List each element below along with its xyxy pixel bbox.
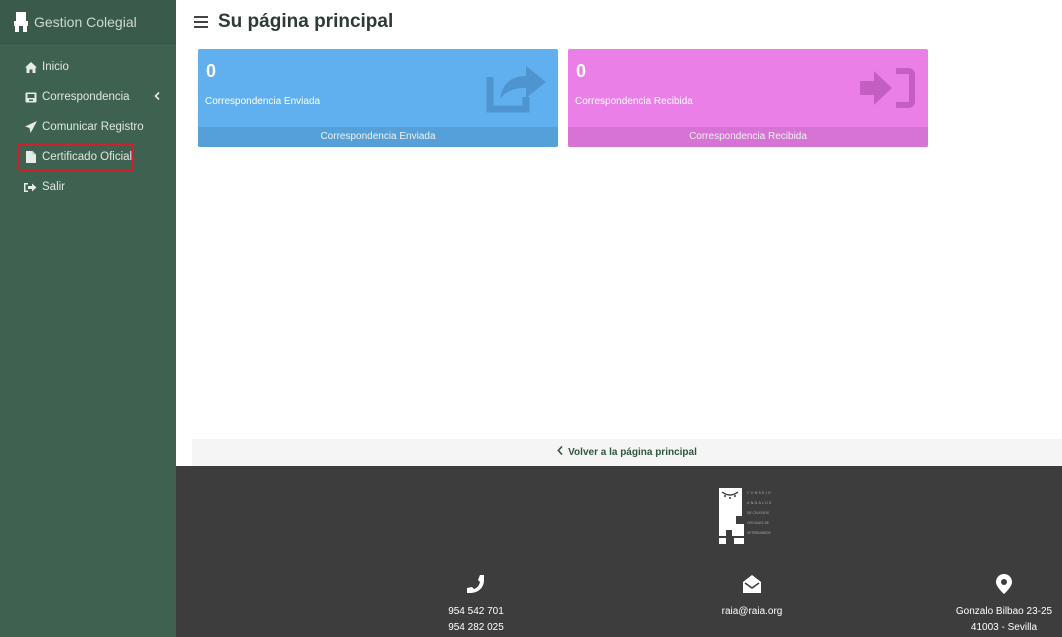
sidebar: Gestion Colegial Inicio Correspondencia	[0, 0, 176, 637]
back-link-label: Volver a la página principal	[568, 447, 697, 459]
card-footer-link[interactable]: Correspondencia Enviada	[198, 127, 558, 147]
site-footer: CONSEJO ANDALUZ DE COLEGIOS OFICIALES DE…	[176, 466, 1062, 637]
logo-text-line: CONSEJO	[747, 491, 772, 495]
email-link[interactable]: raia@raia.org	[682, 604, 822, 620]
paper-plane-icon	[24, 121, 37, 134]
logo-text-line: ANDALUZ	[747, 501, 773, 505]
council-logo: CONSEJO ANDALUZ DE COLEGIOS OFICIALES DE…	[716, 484, 786, 546]
chevron-left-icon	[557, 439, 563, 466]
sidebar-brand[interactable]: Gestion Colegial	[0, 0, 176, 44]
address-line: Gonzalo Bilbao 23-25	[955, 606, 1053, 617]
sidebar-item-label: Certificado Oficial	[42, 151, 133, 163]
logo-text-line: OFICIALES DE	[747, 521, 769, 525]
top-bar: Su página principal	[176, 0, 1062, 44]
sidebar-nav: Inicio Correspondencia Comunicar Registr…	[0, 52, 176, 202]
sidebar-item-label: Inicio	[42, 61, 69, 73]
share-square-icon	[486, 63, 548, 113]
card-count: 0	[206, 61, 217, 81]
card-count: 0	[576, 61, 587, 81]
card-correspondencia-recibida[interactable]: 0 Correspondencia Recibida Correspondenc…	[568, 49, 928, 147]
sidebar-item-salir[interactable]: Salir	[0, 172, 176, 202]
main-content: 0 Correspondencia Enviada Correspondenci…	[176, 44, 1062, 439]
hamburger-menu-icon[interactable]	[194, 16, 208, 28]
inbox-icon	[24, 91, 37, 104]
phone-number[interactable]: 954 282 025	[436, 620, 516, 636]
sign-in-icon	[856, 63, 918, 113]
page-title: Su página principal	[218, 11, 394, 32]
sidebar-item-label: Salir	[42, 181, 66, 193]
sidebar-item-certificado-oficial[interactable]: Certificado Oficial	[18, 143, 134, 171]
back-to-home-link[interactable]: Volver a la página principal	[192, 439, 1062, 466]
card-label: Correspondencia Enviada	[205, 96, 321, 107]
sidebar-item-correspondencia[interactable]: Correspondencia	[0, 82, 176, 112]
logo-text-line: VETERINARIOS	[747, 531, 771, 535]
home-icon	[24, 61, 37, 74]
card-correspondencia-enviada[interactable]: 0 Correspondencia Enviada Correspondenci…	[198, 49, 558, 147]
app-root: Gestion Colegial Inicio Correspondencia	[0, 0, 1062, 637]
card-label: Correspondencia Recibida	[575, 96, 693, 107]
footer-address: Gonzalo Bilbao 23-25 41003 - Sevilla	[946, 574, 1062, 636]
chevron-left-icon[interactable]	[154, 91, 160, 103]
phone-icon	[436, 574, 516, 600]
phone-number[interactable]: 954 542 701	[436, 604, 516, 620]
file-icon	[24, 151, 37, 164]
logo-text-line: DE COLEGIOS	[747, 511, 769, 515]
map-marker-icon	[946, 574, 1062, 600]
footer-email: raia@raia.org	[682, 574, 822, 620]
sidebar-item-inicio[interactable]: Inicio	[0, 52, 176, 82]
card-footer-link[interactable]: Correspondencia Recibida	[568, 127, 928, 147]
sidebar-item-comunicar-registro[interactable]: Comunicar Registro	[0, 112, 176, 142]
sign-out-icon	[24, 181, 37, 194]
brand-logo-icon	[14, 11, 28, 33]
sidebar-item-label: Comunicar Registro	[42, 121, 144, 133]
footer-phone: 954 542 701 954 282 025	[436, 574, 516, 636]
envelope-open-icon	[682, 574, 822, 600]
address-line: 41003 - Sevilla	[970, 622, 1038, 633]
brand-title: Gestion Colegial	[34, 13, 137, 30]
sidebar-item-label: Correspondencia	[42, 91, 130, 103]
